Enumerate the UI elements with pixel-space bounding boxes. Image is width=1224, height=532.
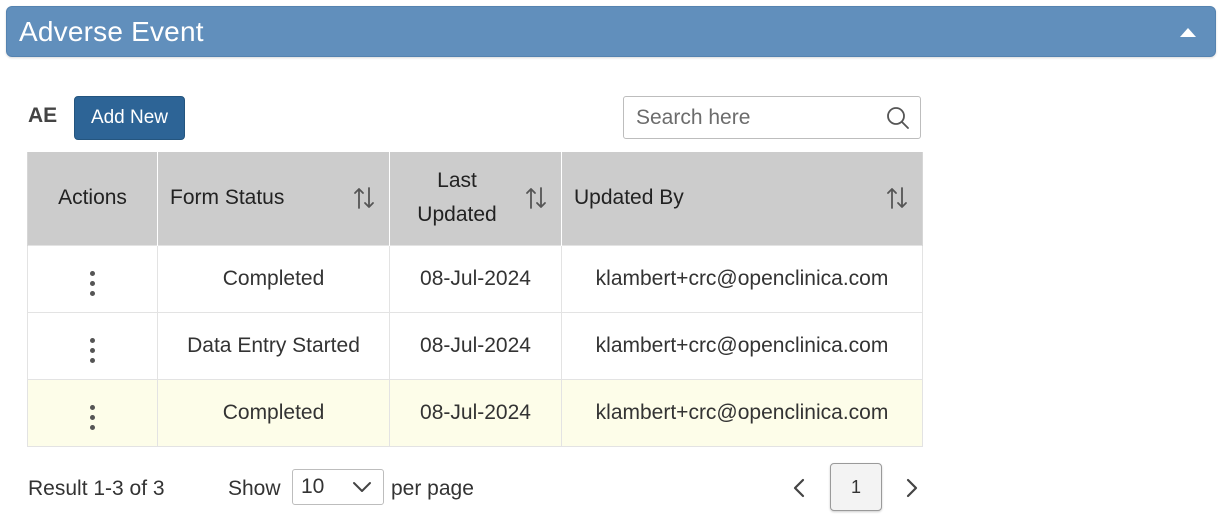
per-page-label: per page [391, 477, 474, 500]
page-number-button[interactable]: 1 [830, 463, 882, 511]
updated-by-cell: klambert+crc@openclinica.com [561, 311, 923, 380]
table-row: Completed 08-Jul-2024 klambert+crc@openc… [27, 244, 923, 313]
chevron-down-icon [353, 482, 371, 492]
table-row: Data Entry Started 08-Jul-2024 klambert+… [27, 311, 923, 380]
add-new-button[interactable]: Add New [74, 96, 185, 140]
page-size-value: 10 [301, 475, 325, 498]
last-updated-cell: 08-Jul-2024 [389, 311, 562, 380]
row-actions-cell [27, 311, 158, 380]
search-icon[interactable] [886, 106, 910, 130]
kebab-menu-icon[interactable] [82, 267, 103, 300]
chevron-left-icon [793, 478, 805, 498]
last-updated-cell: 08-Jul-2024 [389, 378, 562, 447]
page-size-select[interactable]: 10 [292, 469, 384, 505]
column-header-updated-by[interactable]: Updated By [561, 152, 923, 245]
search-box [623, 96, 921, 139]
show-label: Show [228, 477, 281, 500]
table-header-row: Actions Form Status Last Updated Updated… [27, 152, 923, 245]
kebab-menu-icon[interactable] [82, 334, 103, 367]
next-page-button[interactable] [899, 474, 925, 502]
updated-by-cell: klambert+crc@openclinica.com [561, 378, 923, 447]
result-count: Result 1-3 of 3 [28, 477, 165, 500]
form-status-cell: Completed [157, 244, 390, 313]
sort-icon[interactable] [351, 185, 377, 211]
panel-title: Adverse Event [19, 15, 204, 47]
table-row: Completed 08-Jul-2024 klambert+crc@openc… [27, 378, 923, 447]
panel-header[interactable]: Adverse Event [6, 6, 1216, 57]
section-label: AE [28, 104, 58, 127]
row-actions-cell [27, 378, 158, 447]
form-status-cell: Data Entry Started [157, 311, 390, 380]
sort-icon[interactable] [523, 185, 549, 211]
prev-page-button[interactable] [786, 474, 812, 502]
ae-table: Actions Form Status Last Updated Updated… [27, 152, 923, 447]
caret-up-icon [1180, 27, 1196, 37]
sort-icon[interactable] [884, 185, 910, 211]
search-input[interactable] [624, 97, 874, 138]
kebab-menu-icon[interactable] [82, 401, 103, 434]
form-status-cell: Completed [157, 378, 390, 447]
column-header-last-updated[interactable]: Last Updated [389, 152, 562, 245]
collapse-button[interactable] [1173, 17, 1203, 47]
chevron-right-icon [906, 478, 918, 498]
column-header-form-status[interactable]: Form Status [157, 152, 390, 245]
column-header-actions: Actions [27, 152, 158, 245]
row-actions-cell [27, 244, 158, 313]
last-updated-cell: 08-Jul-2024 [389, 244, 562, 313]
updated-by-cell: klambert+crc@openclinica.com [561, 244, 923, 313]
